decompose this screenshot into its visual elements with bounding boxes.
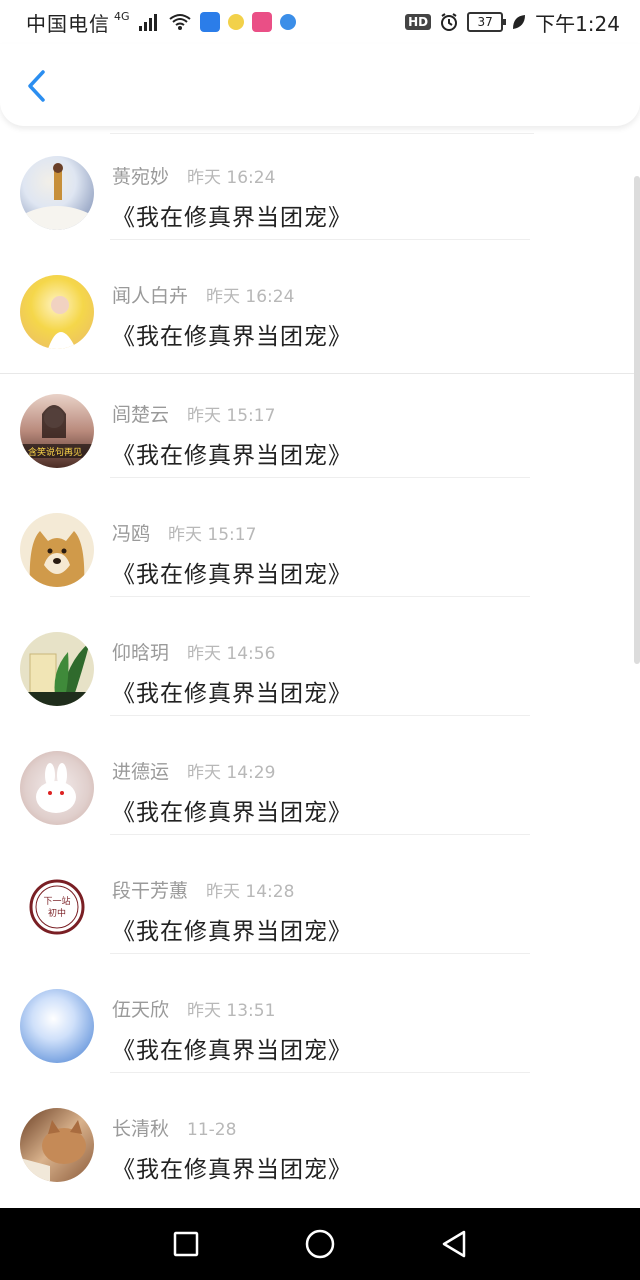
comment-time: 昨天 16:24 xyxy=(206,287,295,307)
commenter-name[interactable]: 蒉宛妙 xyxy=(112,162,169,189)
square-icon xyxy=(173,1231,199,1257)
comment-time: 11-28 xyxy=(187,1120,237,1140)
scrollbar[interactable] xyxy=(634,176,640,664)
comment-meta: 段干芳蕙 昨天 14:28 xyxy=(112,876,294,903)
comment-time: 昨天 14:28 xyxy=(206,882,295,902)
wifi-icon xyxy=(168,14,191,30)
app-header xyxy=(0,44,640,126)
comment-text[interactable]: 《我在修真界当团宠》 xyxy=(112,793,352,827)
leaf-icon xyxy=(513,15,526,29)
comment-time: 昨天 15:17 xyxy=(187,406,276,426)
commenter-name[interactable]: 冯鸥 xyxy=(112,519,150,546)
comment-meta: 伍天欣 昨天 13:51 xyxy=(112,995,275,1022)
comment-text[interactable]: 《我在修真界当团宠》 xyxy=(112,198,352,232)
recent-apps-button[interactable] xyxy=(164,1222,208,1266)
comment-meta: 闻人白卉 昨天 16:24 xyxy=(112,281,294,308)
avatar[interactable] xyxy=(20,632,94,706)
comment-meta: 闾楚云 昨天 15:17 xyxy=(112,400,275,427)
comment-text[interactable]: 《我在修真界当团宠》 xyxy=(112,436,352,470)
avatar[interactable]: 下一站 初中 xyxy=(20,870,94,944)
list-item[interactable]: 进德运 昨天 14:29 《我在修真界当团宠》 xyxy=(0,715,620,835)
comment-text[interactable]: 《我在修真界当团宠》 xyxy=(112,912,352,946)
alarm-icon xyxy=(441,13,458,31)
hd-icon: HD xyxy=(405,14,432,30)
comment-meta: 蒉宛妙 昨天 16:24 xyxy=(112,162,275,189)
avatar-figure-icon xyxy=(20,163,94,230)
commenter-name[interactable]: 仰晗玥 xyxy=(112,638,169,665)
network-label: 4G xyxy=(114,9,130,23)
doge-icon xyxy=(29,531,85,587)
avatar[interactable] xyxy=(20,989,94,1063)
status-left: 中国电信 4G xyxy=(26,8,296,37)
comment-text[interactable]: 《我在修真界当团宠》 xyxy=(112,674,352,708)
comment-text[interactable]: 《我在修真界当团宠》 xyxy=(112,1150,352,1184)
carrier-label: 中国电信 xyxy=(26,11,110,36)
pink-app-icon xyxy=(251,12,272,32)
status-right: HD 37 下午1:24 xyxy=(405,8,620,37)
list-item[interactable]: 伍天欣 昨天 13:51 《我在修真界当团宠》 xyxy=(0,953,620,1073)
chevron-left-icon xyxy=(28,70,45,102)
comment-text[interactable]: 《我在修真界当团宠》 xyxy=(112,555,352,589)
circle-icon xyxy=(305,1229,335,1259)
weather-app-icon xyxy=(199,12,220,32)
comment-time: 昨天 14:56 xyxy=(187,644,276,664)
comment-time: 昨天 15:17 xyxy=(168,525,257,545)
comment-meta: 冯鸥 昨天 15:17 xyxy=(112,519,256,546)
cat-icon xyxy=(20,1120,86,1182)
comment-text[interactable]: 《我在修真界当团宠》 xyxy=(112,317,352,351)
screen: 中国电信 4G HD 37 下午1:24 蒉宛妙 昨天 16:24 《我在修真界… xyxy=(0,0,640,1280)
globe-app-icon xyxy=(279,14,296,30)
plant-icon xyxy=(20,642,94,706)
back-button[interactable] xyxy=(18,66,54,106)
avatar[interactable] xyxy=(20,513,94,587)
list-item[interactable]: 冯鸥 昨天 15:17 《我在修真界当团宠》 xyxy=(0,477,620,597)
home-button[interactable] xyxy=(298,1222,342,1266)
avatar[interactable]: 含笑说句再见 xyxy=(20,394,94,468)
comment-time: 昨天 14:29 xyxy=(187,763,276,783)
commenter-name[interactable]: 闻人白卉 xyxy=(112,281,188,308)
status-bar: 中国电信 4G HD 37 下午1:24 xyxy=(0,0,640,44)
commenter-name[interactable]: 段干芳蕙 xyxy=(112,876,188,903)
battery-icon: 37 xyxy=(467,12,507,32)
list-item[interactable]: 蒉宛妙 昨天 16:24 《我在修真界当团宠》 xyxy=(0,120,620,240)
comment-meta: 长清秋 11-28 xyxy=(112,1114,236,1141)
comment-text[interactable]: 《我在修真界当团宠》 xyxy=(112,1031,352,1065)
avatar-figure-icon xyxy=(48,296,76,349)
avatar[interactable] xyxy=(20,156,94,230)
avatar-caption: 含笑说句再见 xyxy=(28,448,83,458)
avatar[interactable] xyxy=(20,275,94,349)
triangle-back-icon xyxy=(442,1230,466,1258)
system-back-button[interactable] xyxy=(432,1222,476,1266)
signal-icon xyxy=(138,14,157,31)
commenter-name[interactable]: 伍天欣 xyxy=(112,995,169,1022)
list-item[interactable]: 闻人白卉 昨天 16:24 《我在修真界当团宠》 xyxy=(0,239,620,358)
commenter-name[interactable]: 进德运 xyxy=(112,757,169,784)
avatar[interactable] xyxy=(20,1108,94,1182)
commenter-name[interactable]: 长清秋 xyxy=(112,1114,169,1141)
comment-time: 昨天 13:51 xyxy=(187,1001,276,1021)
comment-meta: 仰晗玥 昨天 14:56 xyxy=(112,638,275,665)
comment-meta: 进德运 昨天 14:29 xyxy=(112,757,275,784)
list-item[interactable]: 长清秋 11-28 《我在修真界当团宠》 xyxy=(0,1072,620,1191)
list-item[interactable]: 下一站 初中 段干芳蕙 昨天 14:28 《我在修真界当团宠》 xyxy=(0,834,620,954)
avatar[interactable] xyxy=(20,751,94,825)
commenter-name[interactable]: 闾楚云 xyxy=(112,400,169,427)
list-item[interactable]: 含笑说句再见 闾楚云 昨天 15:17 《我在修真界当团宠》 xyxy=(0,358,620,478)
avatar-caption: 下一站 初中 xyxy=(43,897,71,919)
status-time: 下午1:24 xyxy=(535,11,620,36)
comment-time: 昨天 16:24 xyxy=(187,168,276,188)
bulb-app-icon xyxy=(227,14,244,30)
list-item[interactable]: 仰晗玥 昨天 14:56 《我在修真界当团宠》 xyxy=(0,596,620,716)
rabbit-icon xyxy=(36,763,76,813)
system-nav-bar xyxy=(0,1208,640,1280)
